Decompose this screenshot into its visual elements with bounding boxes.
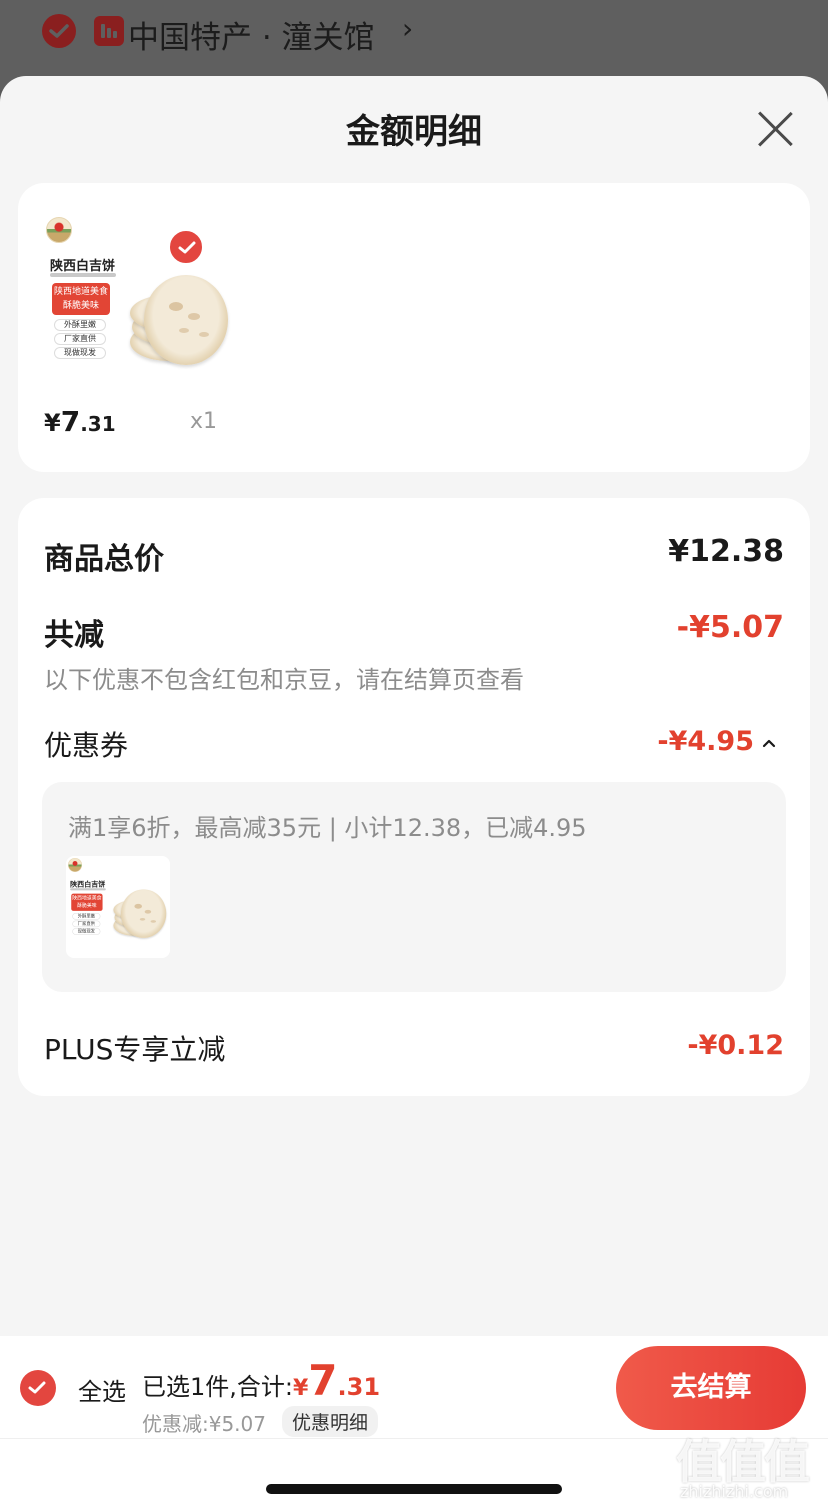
discount-note: 以下优惠不包含红包和京豆，请在结算页查看 bbox=[44, 666, 524, 694]
brand-logo-icon bbox=[68, 858, 83, 873]
sheet-title: 金额明细 bbox=[346, 112, 482, 152]
select-all-label[interactable]: 全选 bbox=[78, 1372, 126, 1407]
package-tag: 厂家直供 bbox=[72, 920, 101, 928]
goods-total-value: ¥12.38 bbox=[668, 534, 784, 569]
shop-name: 中国特产 · 潼关馆 bbox=[128, 20, 375, 56]
package-title: 陕西白吉饼 bbox=[70, 880, 106, 889]
cake-image bbox=[144, 275, 228, 365]
thumbnail-package-art: 陕西白吉饼 陕西地道美食 酥脆美味 外酥里嫩 厂家直供 现做现发 bbox=[68, 858, 167, 939]
coupon-value[interactable]: -¥4.95 bbox=[657, 726, 754, 757]
product-price: ¥7.31 bbox=[44, 405, 116, 438]
discount-summary: 优惠减:¥5.07 bbox=[142, 1412, 266, 1436]
shop-arrow-icon: › bbox=[402, 12, 414, 45]
package-tag: 现做现发 bbox=[54, 347, 106, 359]
cake-image bbox=[120, 889, 167, 938]
total-reduce-label: 共减 bbox=[44, 618, 104, 653]
product-quantity: x1 bbox=[190, 409, 218, 434]
package-tag: 现做现发 bbox=[72, 928, 101, 935]
product-card: 陕西白吉饼 陕西地道美食 酥脆美味 外酥里嫩 厂家直供 现做现发 ¥7.31 x… bbox=[18, 183, 810, 472]
package-tag: 外酥里嫩 bbox=[54, 319, 106, 331]
package-title: 陕西白吉饼 bbox=[50, 259, 116, 274]
selected-total: 已选1件,合计:¥7.31 bbox=[142, 1356, 381, 1405]
package-banner: 陕西地道美食 酥脆美味 bbox=[52, 283, 110, 315]
goods-total-label: 商品总价 bbox=[44, 542, 164, 577]
checkout-bar: 全选 已选1件,合计:¥7.31 优惠减:¥5.07 优惠明细 去结算 bbox=[0, 1336, 828, 1510]
package-subtitle-line bbox=[50, 273, 116, 277]
plus-discount-label: PLUS专享立减 bbox=[44, 1033, 226, 1066]
plus-discount-value: -¥0.12 bbox=[687, 1030, 784, 1061]
discount-detail-link[interactable]: 优惠明细 bbox=[282, 1406, 379, 1437]
brand-logo-icon bbox=[46, 217, 72, 243]
close-icon[interactable] bbox=[754, 108, 796, 150]
selected-count-text: 已选1件,合计: bbox=[142, 1373, 293, 1401]
select-all-check-icon[interactable] bbox=[20, 1370, 56, 1406]
coupon-detail-box: 满1享6折，最高减35元 | 小计12.38，已减4.95 陕西白吉饼 陕西地道… bbox=[42, 782, 786, 992]
package-banner: 陕西地道美食 酥脆美味 bbox=[71, 893, 103, 911]
package-subtitle-line bbox=[70, 888, 106, 891]
product-selected-check-icon[interactable] bbox=[168, 229, 204, 265]
home-indicator[interactable] bbox=[266, 1484, 562, 1494]
coupon-description: 满1享6折，最高减35元 | 小计12.38，已减4.95 bbox=[68, 814, 587, 842]
coupon-product-thumbnail[interactable]: 陕西白吉饼 陕西地道美食 酥脆美味 外酥里嫩 厂家直供 现做现发 bbox=[66, 856, 170, 958]
checkout-button[interactable]: 去结算 bbox=[616, 1346, 806, 1430]
total-reduce-value: -¥5.07 bbox=[676, 610, 784, 645]
shop-icon bbox=[94, 16, 124, 46]
shop-check-icon bbox=[42, 14, 76, 48]
price-summary-card: 商品总价 ¥12.38 共减 -¥5.07 以下优惠不包含红包和京豆，请在结算页… bbox=[18, 498, 810, 1096]
coupon-label[interactable]: 优惠券 bbox=[44, 724, 128, 764]
package-tag: 厂家直供 bbox=[54, 333, 106, 345]
divider bbox=[0, 1438, 828, 1439]
caret-up-icon[interactable] bbox=[762, 736, 776, 750]
package-tag: 外酥里嫩 bbox=[72, 913, 101, 920]
